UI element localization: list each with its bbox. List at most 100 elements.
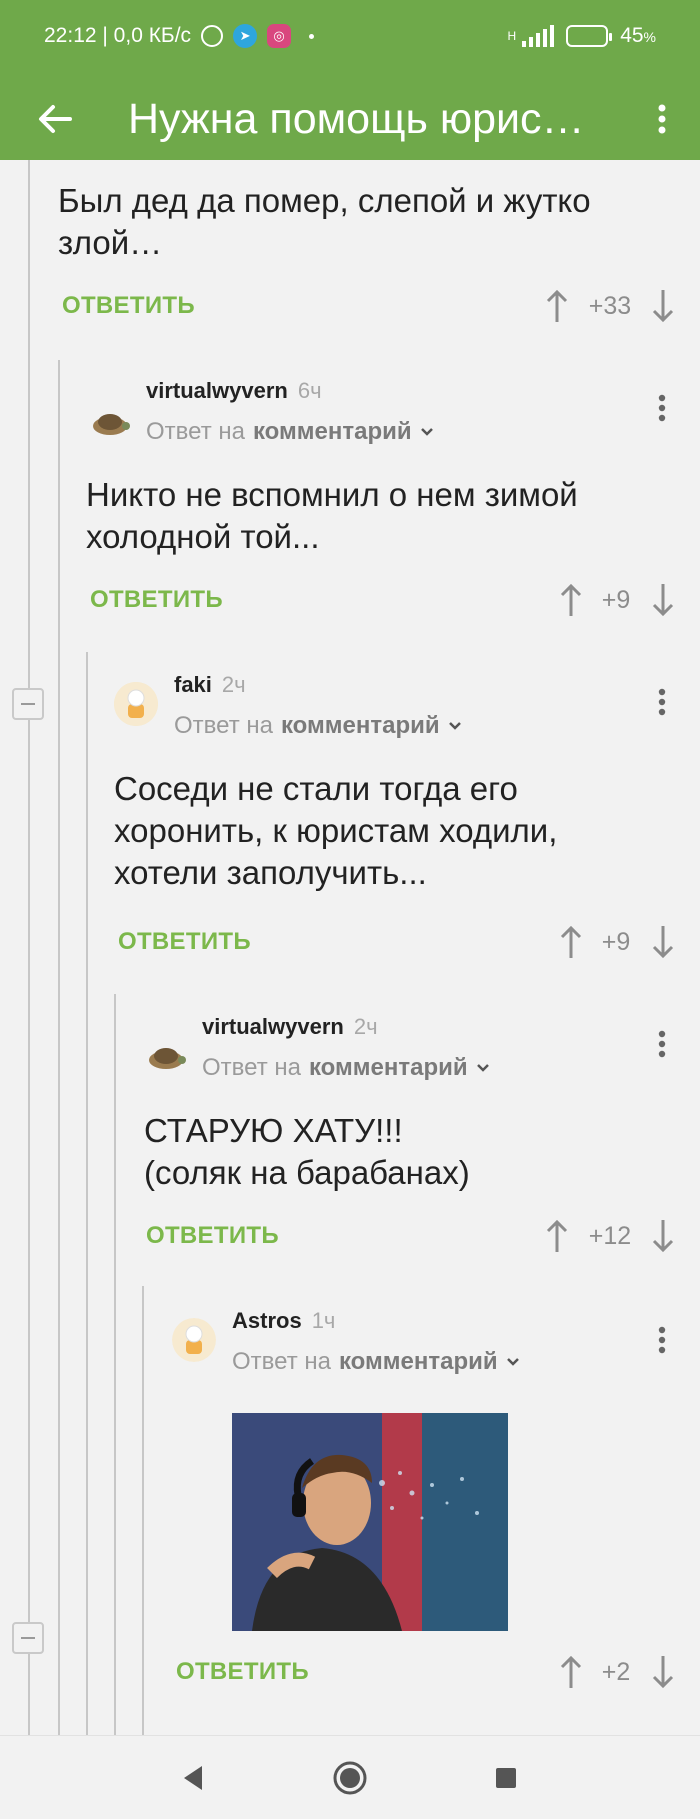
thread-line-level-0 bbox=[28, 160, 30, 1735]
comment-text: Никто не вспомнил о нем зимой холодной т… bbox=[86, 476, 578, 555]
toolbar: Нужна помощь юрис… bbox=[0, 78, 700, 160]
arrow-up-icon bbox=[546, 289, 568, 322]
upvote-button[interactable] bbox=[556, 922, 586, 962]
downvote-button[interactable] bbox=[648, 580, 678, 620]
battery-icon bbox=[566, 25, 613, 47]
comment-text-line: хотели заполучить... bbox=[114, 854, 427, 891]
comment-text-line: (соляк на барабанах) bbox=[144, 1154, 470, 1191]
avatar[interactable] bbox=[114, 682, 158, 726]
upvote-button[interactable] bbox=[556, 1652, 586, 1692]
avatar[interactable] bbox=[144, 1034, 188, 1078]
reply-button[interactable]: ОТВЕТИТЬ bbox=[118, 928, 251, 956]
comment-text: СТАРУЮ ХАТУ!!! (соляк на барабанах) bbox=[144, 1110, 674, 1194]
circle-home-icon bbox=[333, 1761, 367, 1795]
spitting-man-image bbox=[232, 1413, 508, 1631]
chef-avatar-icon bbox=[114, 682, 158, 726]
triangle-back-icon bbox=[184, 1766, 202, 1790]
thread-line-level-4 bbox=[142, 1286, 144, 1735]
square-recents-icon bbox=[496, 1768, 516, 1788]
comment-text: Соседи не стали тогда его хоронить, к юр… bbox=[114, 768, 674, 894]
more-vert-icon bbox=[658, 1326, 666, 1354]
telegram-icon: ➤ bbox=[233, 24, 258, 48]
avatar[interactable] bbox=[88, 400, 132, 444]
reply-button[interactable]: ОТВЕТИТЬ bbox=[90, 586, 223, 614]
arrow-down-icon bbox=[652, 290, 674, 323]
comment-time: 6ч bbox=[297, 378, 322, 403]
chef-avatar-icon bbox=[172, 1318, 216, 1362]
upvote-button[interactable] bbox=[542, 286, 572, 326]
more-vert-icon bbox=[658, 688, 666, 716]
arrow-down-icon bbox=[652, 926, 674, 959]
downvote-button[interactable] bbox=[648, 1216, 678, 1256]
thread-line-level-3 bbox=[114, 994, 116, 1735]
status-left: 22:12 | 0,0 КБ/с ➤ ◎ bbox=[44, 24, 315, 48]
overflow-menu-button[interactable] bbox=[642, 92, 682, 146]
chevron-down-icon bbox=[420, 428, 433, 436]
nav-recents-button[interactable] bbox=[490, 1762, 522, 1794]
downvote-button[interactable] bbox=[648, 286, 678, 326]
turtle-avatar-icon bbox=[93, 414, 130, 435]
reply-to-link[interactable]: Ответ на комментарий bbox=[202, 1054, 490, 1082]
status-bar: 22:12 | 0,0 КБ/с ➤ ◎ H 45% bbox=[0, 0, 700, 78]
reply-button[interactable]: ОТВЕТИТЬ bbox=[146, 1222, 279, 1250]
arrow-up-icon bbox=[560, 1655, 582, 1688]
upvote-button[interactable] bbox=[542, 1216, 572, 1256]
thread-line-level-2 bbox=[86, 652, 88, 1735]
network-type: H bbox=[507, 29, 517, 43]
arrow-left-icon bbox=[39, 105, 72, 133]
page-title: Нужна помощь юрис… bbox=[128, 95, 585, 143]
comment-text-line: хоронить, к юристам ходили, bbox=[114, 812, 558, 849]
comment-score: +33 bbox=[588, 292, 632, 320]
comment-username[interactable]: Astros 1ч bbox=[232, 1308, 335, 1334]
chevron-down-icon bbox=[506, 1358, 519, 1366]
battery-percent: 45% bbox=[620, 24, 656, 47]
reply-button[interactable]: ОТВЕТИТЬ bbox=[176, 1658, 309, 1686]
downvote-button[interactable] bbox=[648, 922, 678, 962]
reply-to-link[interactable]: Ответ на комментарий bbox=[146, 418, 434, 446]
comment-username[interactable]: virtualwyvern 6ч bbox=[146, 378, 322, 404]
comment-score: +9 bbox=[601, 586, 631, 614]
nav-back-button[interactable] bbox=[176, 1760, 212, 1796]
comment-username[interactable]: virtualwyvern 2ч bbox=[202, 1014, 378, 1040]
comment-text-line: СТАРУЮ ХАТУ!!! bbox=[144, 1112, 403, 1149]
instagram-icon: ◎ bbox=[267, 24, 292, 48]
alarm-icon bbox=[201, 25, 224, 47]
comment-menu-button[interactable] bbox=[648, 386, 676, 430]
arrow-down-icon bbox=[652, 1220, 674, 1253]
comment-score: +2 bbox=[601, 1658, 631, 1686]
arrow-up-icon bbox=[546, 1219, 568, 1252]
reply-button[interactable]: ОТВЕТИТЬ bbox=[62, 292, 195, 320]
signal-icon bbox=[522, 25, 555, 47]
more-vert-icon bbox=[658, 104, 666, 134]
comment-score: +12 bbox=[588, 1222, 632, 1250]
nav-home-button[interactable] bbox=[332, 1760, 368, 1796]
comment-menu-button[interactable] bbox=[648, 680, 676, 724]
comment-menu-button[interactable] bbox=[648, 1318, 676, 1362]
comment-image[interactable] bbox=[232, 1413, 508, 1631]
arrow-up-icon bbox=[560, 583, 582, 616]
comment-username[interactable]: faki 2ч bbox=[174, 672, 246, 698]
comment-text-line: Соседи не стали тогда его bbox=[114, 770, 518, 807]
reply-to-link[interactable]: Ответ на комментарий bbox=[232, 1348, 520, 1376]
comment-text: Был дед да помер, слепой и жутко злой… bbox=[58, 182, 591, 261]
comment-menu-button[interactable] bbox=[648, 1022, 676, 1066]
upvote-button[interactable] bbox=[556, 580, 586, 620]
comment-score: +9 bbox=[601, 928, 631, 956]
back-button[interactable] bbox=[28, 92, 82, 146]
arrow-up-icon bbox=[560, 925, 582, 958]
avatar[interactable] bbox=[172, 1318, 216, 1362]
comment-time: 1ч bbox=[311, 1308, 336, 1333]
status-time-speed: 22:12 | 0,0 КБ/с bbox=[44, 24, 192, 47]
system-nav-bar bbox=[0, 1735, 700, 1819]
downvote-button[interactable] bbox=[648, 1652, 678, 1692]
chevron-down-icon bbox=[476, 1064, 489, 1072]
collapse-thread-button[interactable] bbox=[12, 1622, 44, 1654]
status-right: H 45% bbox=[508, 24, 656, 48]
notification-dot-icon bbox=[309, 33, 315, 39]
reply-to-link[interactable]: Ответ на комментарий bbox=[174, 712, 462, 740]
turtle-avatar-icon bbox=[149, 1048, 186, 1069]
collapse-thread-button[interactable] bbox=[12, 688, 44, 720]
comment-time: 2ч bbox=[353, 1014, 378, 1039]
more-vert-icon bbox=[658, 1030, 666, 1058]
arrow-down-icon bbox=[652, 1656, 674, 1689]
